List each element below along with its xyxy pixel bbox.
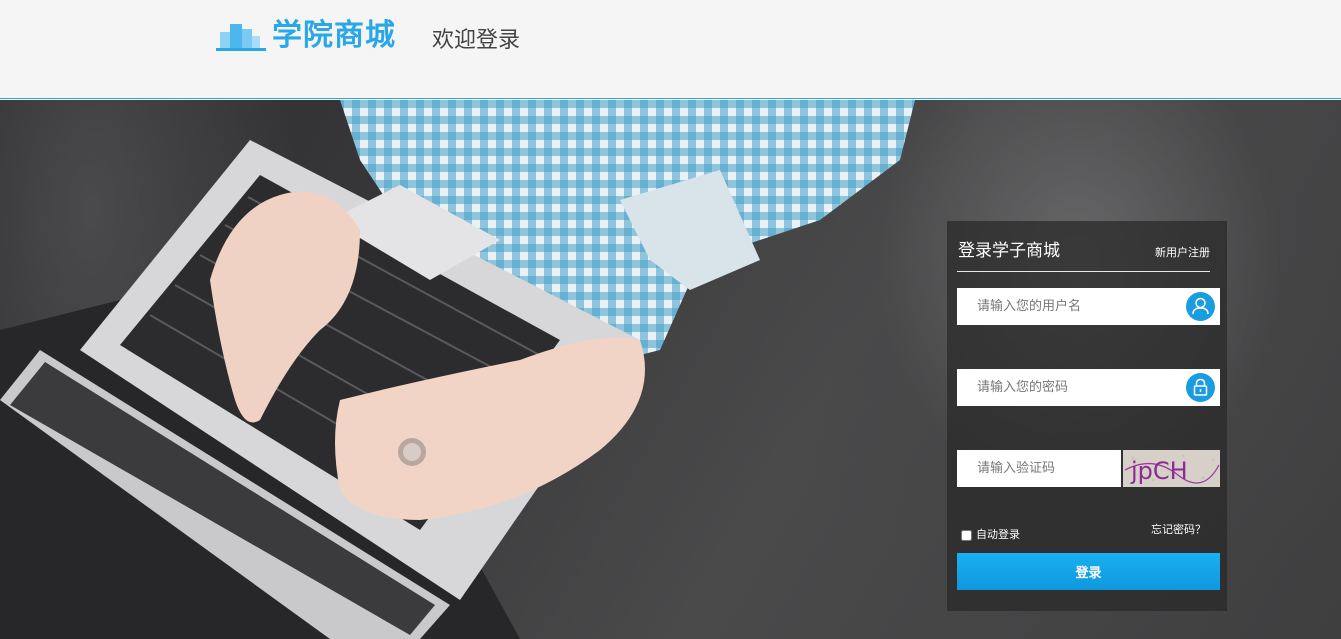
header: 学院商城 欢迎登录 bbox=[0, 0, 1341, 99]
captcha-input[interactable] bbox=[957, 450, 1121, 487]
password-field-wrapper bbox=[957, 369, 1220, 406]
password-input[interactable] bbox=[957, 369, 1179, 406]
register-link[interactable]: 新用户注册 bbox=[1155, 245, 1210, 261]
captcha-image[interactable]: jpCH bbox=[1123, 450, 1220, 487]
login-button[interactable]: 登录 bbox=[957, 553, 1220, 590]
auto-login[interactable]: 自动登录 bbox=[961, 528, 1020, 542]
page-title: 欢迎登录 bbox=[432, 28, 521, 53]
username-field-wrapper bbox=[957, 288, 1220, 325]
user-icon bbox=[1186, 292, 1215, 321]
auto-login-label: 自动登录 bbox=[976, 528, 1020, 541]
building-logo-icon bbox=[216, 20, 266, 52]
login-title: 登录学子商城 bbox=[958, 241, 1060, 261]
captcha-text: jpCH bbox=[1130, 457, 1188, 485]
lock-icon bbox=[1186, 373, 1215, 402]
logo-text: 学院商城 bbox=[272, 18, 396, 53]
auto-login-checkbox[interactable] bbox=[961, 529, 972, 541]
forgot-password-link[interactable]: 忘记密码？ bbox=[1151, 523, 1206, 537]
logo[interactable]: 学院商城 bbox=[216, 18, 396, 54]
username-input[interactable] bbox=[957, 288, 1179, 325]
captcha-field-wrapper bbox=[957, 450, 1121, 487]
title-divider bbox=[957, 271, 1210, 272]
